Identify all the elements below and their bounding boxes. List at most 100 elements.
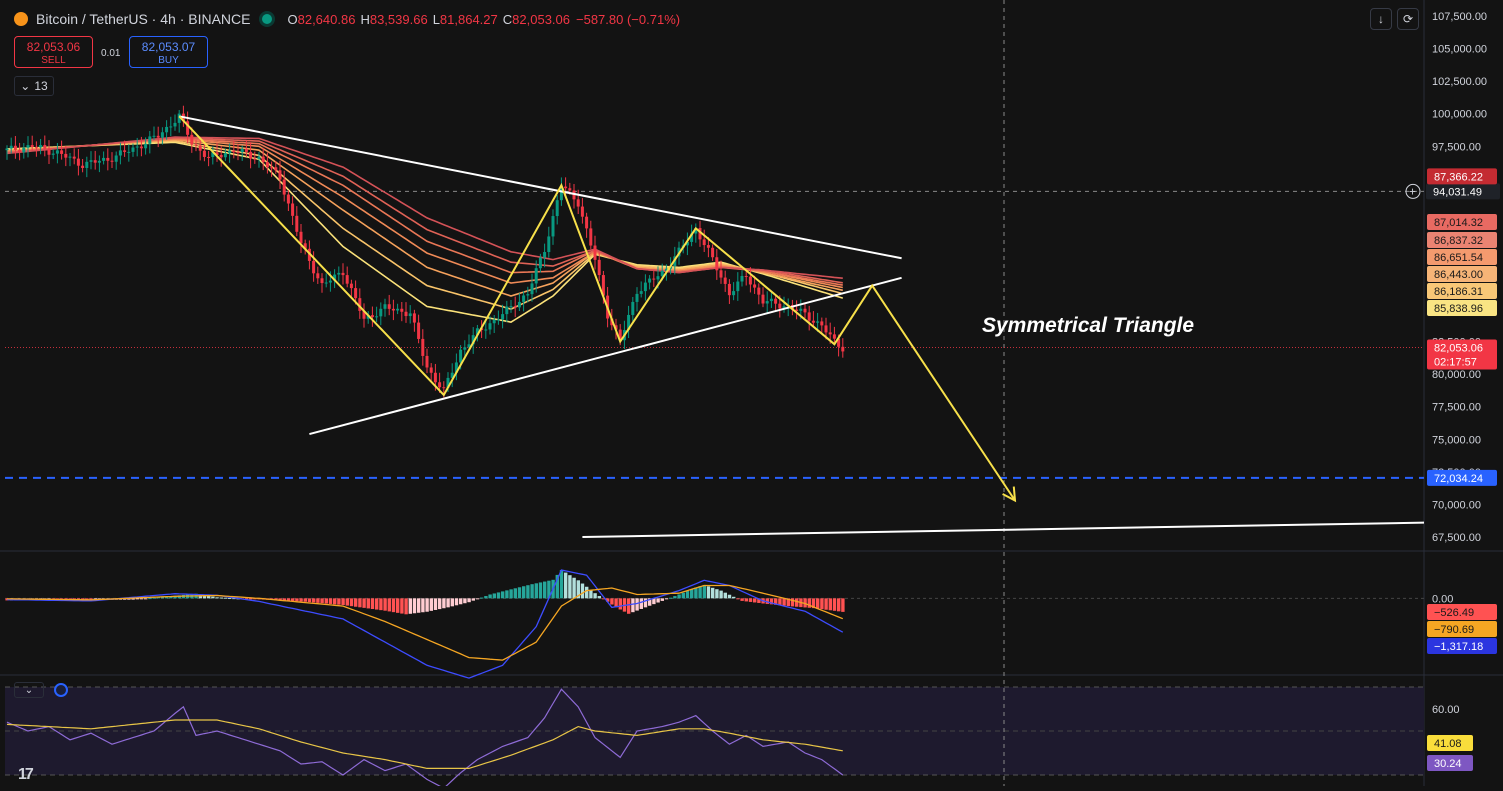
close-label: C — [502, 11, 513, 27]
candle-body — [526, 294, 530, 296]
macd-histogram-bar — [618, 598, 622, 610]
buy-button[interactable]: 82,053.07 BUY — [129, 36, 208, 68]
candle-body — [18, 149, 22, 153]
candle-body — [433, 372, 437, 383]
macd-histogram-bar — [320, 598, 324, 604]
macd-histogram-bar — [223, 597, 228, 599]
candle-body — [501, 314, 505, 320]
candle-body — [295, 215, 299, 232]
candle-body — [26, 145, 30, 148]
candle-body — [732, 291, 736, 296]
candle-body — [320, 278, 324, 284]
candle-body — [253, 158, 257, 160]
macd-histogram-bar — [496, 592, 501, 599]
chart-stage[interactable]: Symmetrical Triangle 107,500.00 105,000.00… — [0, 0, 1503, 789]
macd-histogram-bar — [450, 598, 454, 607]
macd-histogram-bar — [727, 594, 732, 599]
candle-body — [324, 282, 328, 284]
macd-histogram-bar — [370, 598, 375, 609]
candle-body — [51, 153, 55, 155]
candle-body — [505, 306, 509, 315]
macd-histogram-bar — [711, 587, 715, 599]
candle-body — [417, 322, 421, 339]
candle-body — [81, 165, 85, 168]
replay-button[interactable]: ⟳ — [1397, 8, 1419, 30]
candle-body — [202, 150, 206, 157]
candle-body — [543, 252, 547, 258]
candle-body — [249, 151, 253, 159]
macd-histogram-bar — [408, 598, 412, 614]
rsi-value-label: 41.08 — [1434, 738, 1462, 750]
macd-histogram-bar — [690, 589, 694, 599]
candle-body — [496, 319, 500, 321]
candle-body — [778, 303, 782, 309]
candle-body — [585, 216, 589, 229]
sell-button[interactable]: 82,053.06 SELL — [14, 36, 93, 68]
high-value: 83,539.66 — [369, 11, 428, 27]
candle-body — [93, 160, 97, 163]
candle-body — [832, 334, 836, 339]
macd-histogram-bar — [446, 598, 450, 608]
ribbon-price-label: 85,838.96 — [1434, 303, 1483, 315]
macd-histogram-bar — [144, 598, 148, 600]
candle-body — [228, 150, 232, 154]
candle-body — [123, 150, 127, 152]
macd-histogram-bar — [316, 598, 320, 603]
indicators-toggle-button[interactable]: ⌄ 13 — [14, 76, 54, 96]
candle-body — [102, 157, 106, 161]
candle-body — [89, 160, 93, 162]
candle-body — [635, 293, 639, 302]
candle-body — [723, 277, 727, 284]
macd-histogram-bar — [484, 596, 488, 599]
candle-body — [240, 148, 244, 153]
macd-histogram-bar — [375, 598, 379, 610]
chart-svg[interactable]: Symmetrical Triangle 107,500.00 105,000.00… — [0, 0, 1503, 789]
candle-body — [463, 347, 467, 350]
rsi-settings-icon[interactable] — [54, 683, 68, 697]
macd-histogram-bar — [538, 582, 543, 599]
candle-body — [144, 143, 148, 149]
candle-body — [328, 280, 332, 283]
macd-histogram-bar — [664, 598, 669, 600]
support-price-label: 72,034.24 — [1434, 473, 1483, 485]
candle-body — [131, 147, 135, 152]
candle-body — [282, 179, 286, 195]
candle-body — [34, 147, 38, 149]
candle-body — [43, 145, 47, 149]
macd-histogram-bar — [425, 598, 429, 612]
macd-histogram-bar — [568, 575, 572, 599]
macd-histogram-bar — [337, 598, 341, 605]
macd-histogram-bar — [463, 598, 467, 604]
candle-body — [370, 315, 374, 318]
open-value: 82,640.86 — [297, 11, 356, 27]
candle-body — [169, 126, 173, 128]
close-value: 82,053.06 — [512, 11, 570, 27]
macd-histogram-bar — [396, 598, 400, 613]
price-axis-tick: 80,000.00 — [1432, 369, 1481, 381]
chevron-down-icon: ⌄ — [20, 79, 31, 93]
candle-body — [593, 245, 597, 260]
macd-histogram-bar — [295, 598, 299, 602]
symbol-title[interactable]: Bitcoin / TetherUS · 4h · BINANCE — [36, 11, 250, 27]
macd-histogram-bar — [438, 598, 442, 610]
macd-histogram-bar — [459, 598, 463, 605]
candle-body — [345, 275, 349, 284]
macd-histogram-bar — [324, 598, 328, 604]
rsi-collapse-button[interactable]: ⌄ — [14, 682, 44, 698]
candle-body — [194, 144, 198, 146]
macd-histogram-bar — [517, 587, 522, 599]
candle-body — [97, 160, 101, 163]
macd-histogram-bar — [333, 598, 337, 605]
candle-body — [799, 308, 803, 311]
low-value: 81,864.27 — [439, 11, 498, 27]
candle-body — [219, 154, 223, 158]
download-button[interactable]: ↓ — [1370, 8, 1392, 30]
macd-histogram-bar — [698, 586, 702, 599]
macd-histogram-bar — [471, 598, 475, 601]
macd-histogram-bar — [488, 594, 492, 599]
candle-body — [30, 145, 34, 148]
candle-body — [152, 135, 156, 137]
candle-body — [5, 148, 9, 151]
candle-body — [354, 288, 358, 299]
macd-histogram-bar — [345, 598, 349, 606]
